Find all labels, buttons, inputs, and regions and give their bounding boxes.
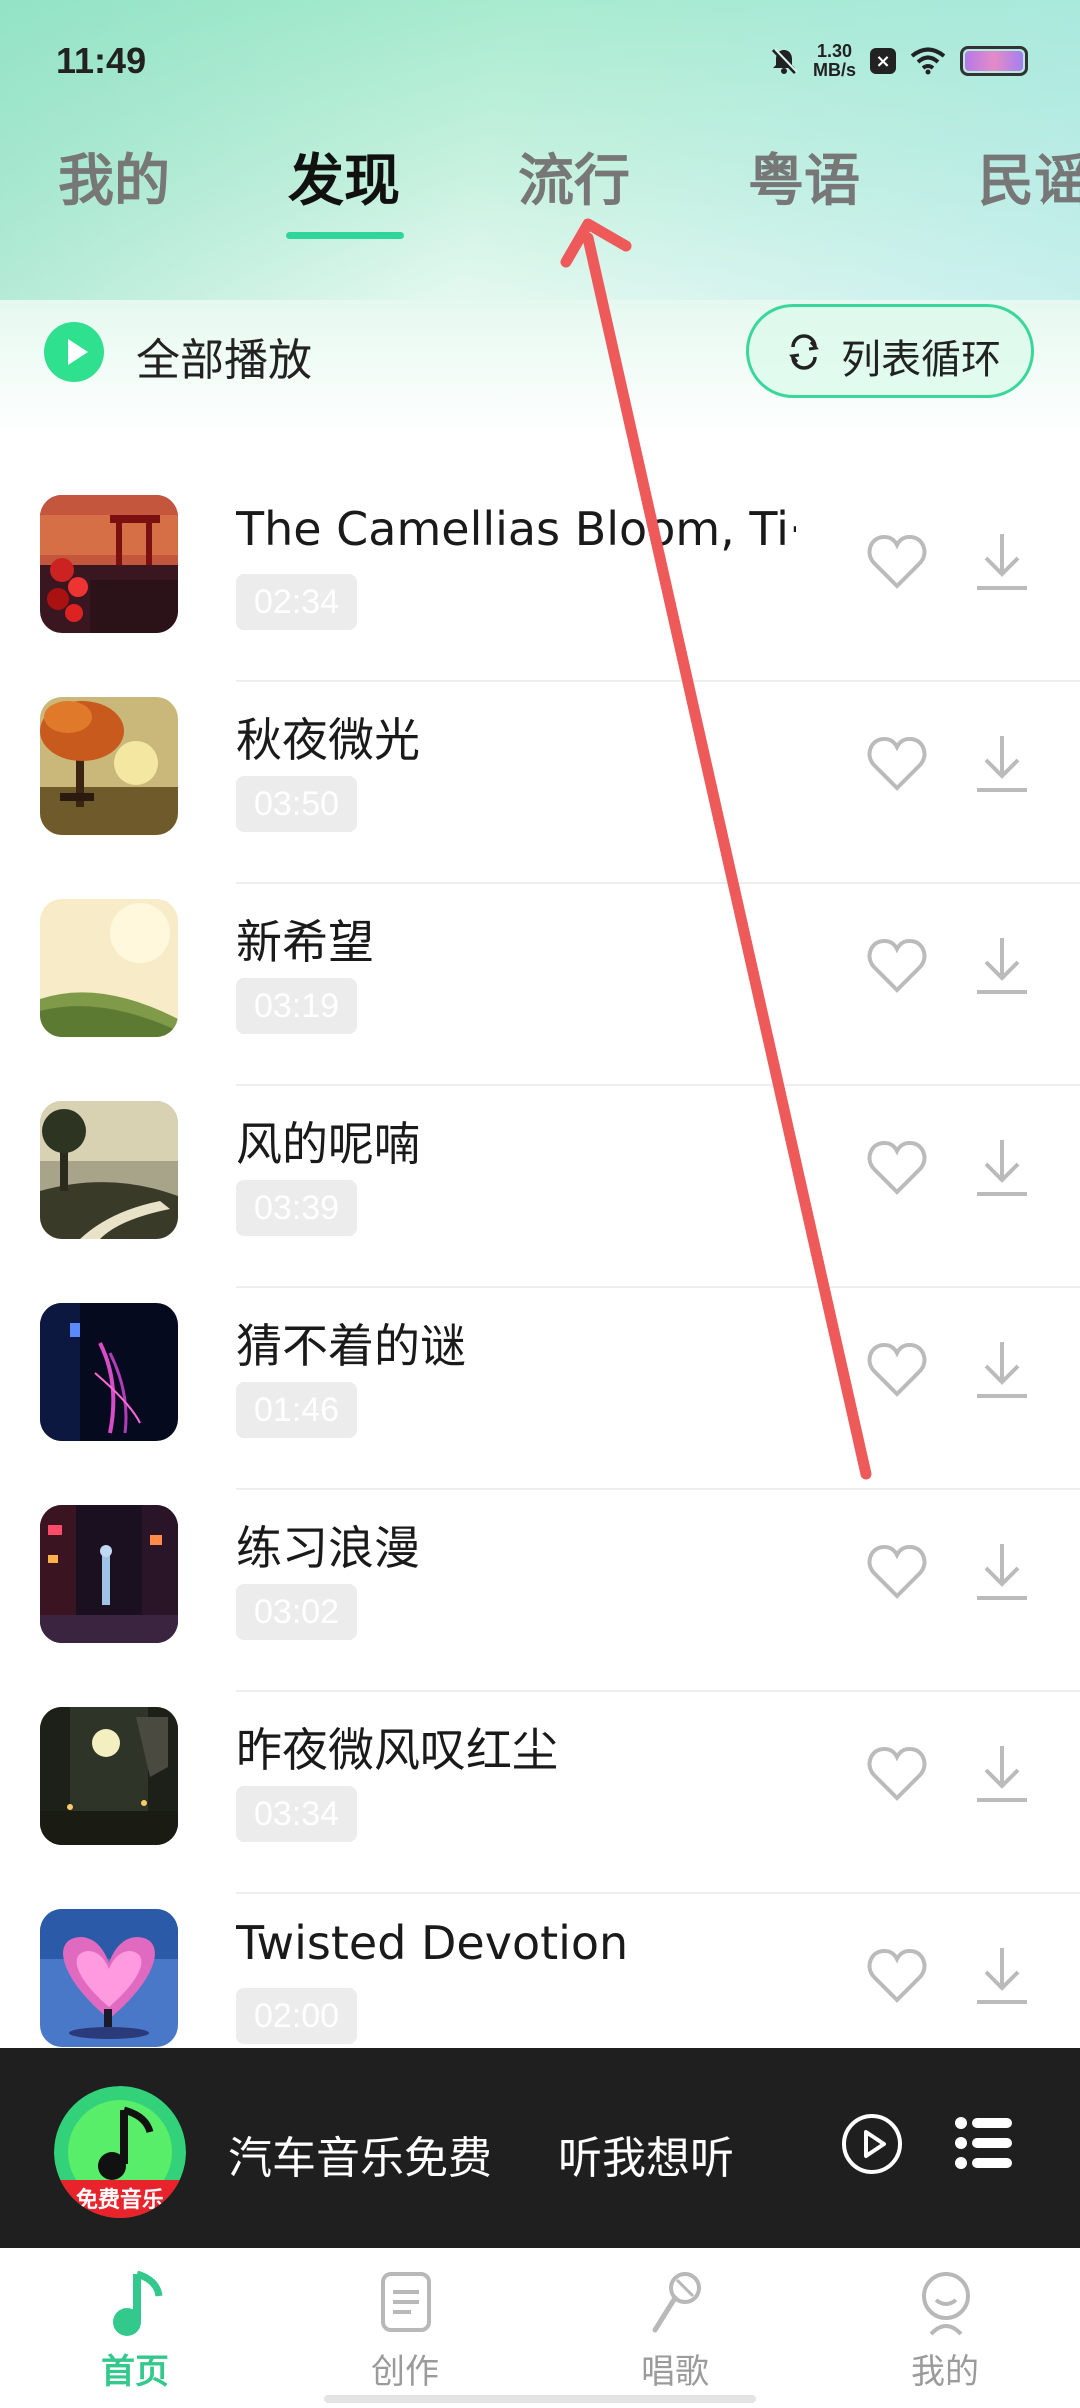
playlist-icon[interactable] (954, 2114, 1014, 2172)
tab-folk[interactable]: 民谣 (978, 136, 1080, 217)
album-cover (40, 1707, 178, 1845)
heart-icon[interactable] (866, 1340, 928, 1398)
heart-icon[interactable] (866, 1946, 928, 2004)
song-row[interactable]: 风的呢喃 03:39 (0, 1086, 1080, 1288)
heart-icon[interactable] (866, 1542, 928, 1600)
x-box-icon: × (870, 48, 896, 74)
song-duration: 03:39 (236, 1180, 358, 1236)
mini-player-logo: 免费音乐 (54, 2086, 186, 2218)
download-icon[interactable] (974, 1338, 1030, 1400)
tab-popular[interactable]: 流行 (518, 136, 630, 217)
song-row[interactable]: The Camellias Bloom, Ti··· 02:34 (0, 480, 1080, 682)
profile-icon (922, 2272, 970, 2336)
heart-icon[interactable] (866, 1138, 928, 1196)
microphone-icon (652, 2272, 701, 2333)
album-cover (40, 1909, 178, 2047)
nav-create[interactable]: 创作 (270, 2248, 540, 2408)
nav-sing-label: 唱歌 (641, 2352, 709, 2392)
status-icons: 1.30 MB/s × (769, 42, 1028, 80)
mini-player-subtitle: 听我想听 (558, 2133, 734, 2184)
song-row[interactable]: 秋夜微光 03:50 (0, 682, 1080, 884)
battery-icon (960, 46, 1028, 76)
song-title: 昨夜微风叹红尘 (236, 1723, 558, 1777)
playback-controls-row: 全部播放 列表循环 (0, 300, 1080, 410)
bottom-nav: 首页 创作 唱歌 我的 (0, 2248, 1080, 2408)
repeat-icon (789, 334, 819, 370)
album-cover (40, 495, 178, 633)
music-note-icon (113, 2270, 163, 2336)
bell-muted-icon (771, 48, 798, 75)
tab-cantonese[interactable]: 粤语 (748, 136, 860, 217)
mini-player-title: 汽车音乐免费 (228, 2133, 492, 2184)
play-all-button[interactable]: 全部播放 (136, 324, 312, 388)
song-title: The Camellias Bloom, Ti··· (236, 502, 796, 556)
document-icon (381, 2272, 431, 2332)
song-duration: 01:46 (236, 1382, 358, 1438)
song-row[interactable]: 新希望 03:19 (0, 884, 1080, 1086)
loop-mode-button[interactable]: 列表循环 (746, 304, 1034, 398)
song-row[interactable]: 练习浪漫 03:02 (0, 1490, 1080, 1692)
song-title: 新希望 (236, 915, 374, 969)
song-row[interactable]: 昨夜微风叹红尘 03:34 (0, 1692, 1080, 1894)
album-cover (40, 697, 178, 835)
download-icon[interactable] (974, 1944, 1030, 2006)
song-duration: 03:19 (236, 978, 358, 1034)
heart-icon[interactable] (866, 532, 928, 590)
tab-discover[interactable]: 发现 (288, 136, 400, 217)
heart-icon[interactable] (866, 936, 928, 994)
category-tabs: 我的 发现 流行 粤语 民谣 (0, 130, 1080, 250)
app-root: 11:49 1.30 MB/s × 我的 发现 流行 粤语 民谣 全部播放 列表… (0, 0, 1080, 2408)
heart-icon[interactable] (866, 1744, 928, 1802)
song-duration: 03:34 (236, 1786, 358, 1842)
album-cover (40, 1505, 178, 1643)
song-title: 练习浪漫 (236, 1521, 420, 1575)
song-title: 秋夜微光 (236, 713, 420, 767)
song-duration: 03:02 (236, 1584, 358, 1640)
song-duration: 03:50 (236, 776, 358, 832)
nav-profile[interactable]: 我的 (810, 2248, 1080, 2408)
download-icon[interactable] (974, 1742, 1030, 1804)
heart-icon[interactable] (866, 734, 928, 792)
song-title: Twisted Devotion (236, 1916, 629, 1970)
download-icon[interactable] (974, 732, 1030, 794)
song-row[interactable]: 猜不着的谜 01:46 (0, 1288, 1080, 1490)
net-speed-unit: MB/s (812, 60, 856, 80)
net-speed-value: 1.30 (816, 41, 853, 61)
active-tab-indicator (286, 232, 404, 239)
download-icon[interactable] (974, 934, 1030, 996)
tab-mine[interactable]: 我的 (58, 136, 170, 217)
status-bar: 11:49 1.30 MB/s × (0, 0, 1080, 120)
nav-profile-label: 我的 (911, 2352, 979, 2392)
home-indicator[interactable] (324, 2395, 756, 2403)
play-circle-icon[interactable] (44, 322, 104, 382)
album-cover (40, 1101, 178, 1239)
play-icon[interactable] (840, 2112, 904, 2176)
download-icon[interactable] (974, 1136, 1030, 1198)
album-cover (40, 1303, 178, 1441)
nav-sing[interactable]: 唱歌 (540, 2248, 810, 2408)
download-icon[interactable] (974, 1540, 1030, 1602)
song-title: 猜不着的谜 (236, 1319, 466, 1373)
wifi-icon (910, 47, 946, 75)
nav-create-label: 创作 (371, 2352, 439, 2392)
nav-home[interactable]: 首页 (0, 2248, 270, 2408)
status-time: 11:49 (56, 40, 147, 81)
song-duration: 02:00 (236, 1988, 358, 2044)
mini-player-logo-text: 免费音乐 (76, 2187, 164, 2213)
loop-mode-label: 列表循环 (841, 337, 1001, 383)
net-speed: 1.30 MB/s (813, 42, 856, 80)
mini-player[interactable]: 免费音乐 汽车音乐免费 听我想听 (0, 2048, 1080, 2248)
download-icon[interactable] (974, 530, 1030, 592)
battery-level (965, 51, 1023, 71)
nav-home-label: 首页 (101, 2352, 169, 2392)
album-cover (40, 899, 178, 1037)
song-title: 风的呢喃 (236, 1117, 420, 1171)
song-duration: 02:34 (236, 574, 358, 630)
